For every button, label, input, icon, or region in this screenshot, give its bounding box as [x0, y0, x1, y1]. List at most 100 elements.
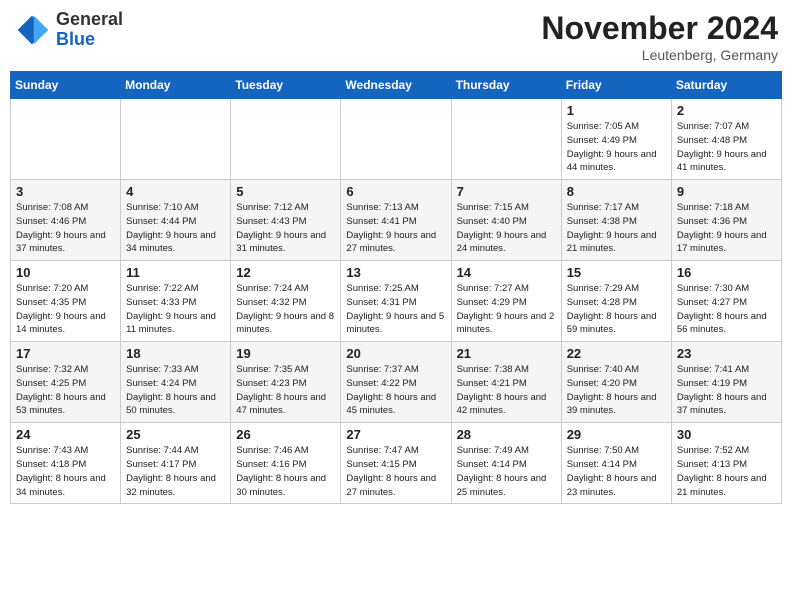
logo-icon — [14, 12, 50, 48]
weekday-header-thursday: Thursday — [451, 72, 561, 99]
day-cell: 7 Sunrise: 7:15 AM Sunset: 4:40 PM Daylig… — [451, 180, 561, 261]
day-info: Sunrise: 7:50 AM Sunset: 4:14 PM Dayligh… — [567, 444, 666, 499]
day-info: Sunrise: 7:17 AM Sunset: 4:38 PM Dayligh… — [567, 201, 666, 256]
day-info: Sunrise: 7:43 AM Sunset: 4:18 PM Dayligh… — [16, 444, 115, 499]
day-info: Sunrise: 7:10 AM Sunset: 4:44 PM Dayligh… — [126, 201, 225, 256]
day-info: Sunrise: 7:25 AM Sunset: 4:31 PM Dayligh… — [346, 282, 445, 337]
weekday-header-saturday: Saturday — [671, 72, 781, 99]
day-cell: 13Sunrise: 7:25 AM Sunset: 4:31 PM Dayli… — [341, 261, 451, 342]
day-cell: 16 Sunrise: 7:30 AM Sunset: 4:27 PM Dayli… — [671, 261, 781, 342]
day-number: 8 — [567, 184, 666, 199]
day-info: Sunrise: 7:49 AM Sunset: 4:14 PM Dayligh… — [457, 444, 556, 499]
calendar: SundayMondayTuesdayWednesdayThursdayFrid… — [10, 71, 782, 504]
location: Leutenberg, Germany — [541, 47, 778, 63]
day-number: 30 — [677, 427, 776, 442]
day-number: 22 — [567, 346, 666, 361]
day-cell — [121, 99, 231, 180]
day-number: 7 — [457, 184, 556, 199]
day-cell: 20 Sunrise: 7:37 AM Sunset: 4:22 PM Dayli… — [341, 342, 451, 423]
day-info: Sunrise: 7:08 AM Sunset: 4:46 PM Dayligh… — [16, 201, 115, 256]
day-cell — [231, 99, 341, 180]
day-number: 9 — [677, 184, 776, 199]
day-cell: 28 Sunrise: 7:49 AM Sunset: 4:14 PM Dayli… — [451, 423, 561, 504]
month-year: November 2024 — [541, 10, 778, 47]
day-info: Sunrise: 7:35 AM Sunset: 4:23 PM Dayligh… — [236, 363, 335, 418]
day-info: Sunrise: 7:47 AM Sunset: 4:15 PM Dayligh… — [346, 444, 445, 499]
week-row-4: 17Sunrise: 7:32 AM Sunset: 4:25 PM Dayli… — [11, 342, 782, 423]
day-number: 4 — [126, 184, 225, 199]
day-number: 16 — [677, 265, 776, 280]
day-cell: 15Sunrise: 7:29 AM Sunset: 4:28 PM Dayli… — [561, 261, 671, 342]
day-number: 18 — [126, 346, 225, 361]
day-info: Sunrise: 7:30 AM Sunset: 4:27 PM Dayligh… — [677, 282, 776, 337]
day-number: 23 — [677, 346, 776, 361]
day-cell — [341, 99, 451, 180]
day-info: Sunrise: 7:41 AM Sunset: 4:19 PM Dayligh… — [677, 363, 776, 418]
day-cell: 30 Sunrise: 7:52 AM Sunset: 4:13 PM Dayli… — [671, 423, 781, 504]
header: General Blue November 2024 Leutenberg, G… — [10, 10, 782, 63]
day-cell: 26 Sunrise: 7:46 AM Sunset: 4:16 PM Dayli… — [231, 423, 341, 504]
day-cell: 10 Sunrise: 7:20 AM Sunset: 4:35 PM Dayli… — [11, 261, 121, 342]
weekday-header-wednesday: Wednesday — [341, 72, 451, 99]
day-number: 6 — [346, 184, 445, 199]
day-cell: 18 Sunrise: 7:33 AM Sunset: 4:24 PM Dayli… — [121, 342, 231, 423]
day-cell: 24 Sunrise: 7:43 AM Sunset: 4:18 PM Dayli… — [11, 423, 121, 504]
day-number: 3 — [16, 184, 115, 199]
day-number: 21 — [457, 346, 556, 361]
weekday-header-friday: Friday — [561, 72, 671, 99]
day-cell: 12 Sunrise: 7:24 AM Sunset: 4:32 PM Dayli… — [231, 261, 341, 342]
day-info: Sunrise: 7:44 AM Sunset: 4:17 PM Dayligh… — [126, 444, 225, 499]
day-cell: 4 Sunrise: 7:10 AM Sunset: 4:44 PM Daylig… — [121, 180, 231, 261]
day-number: 11 — [126, 265, 225, 280]
day-info: Sunrise: 7:24 AM Sunset: 4:32 PM Dayligh… — [236, 282, 335, 337]
day-cell: 9 Sunrise: 7:18 AM Sunset: 4:36 PM Daylig… — [671, 180, 781, 261]
day-number: 15 — [567, 265, 666, 280]
day-info: Sunrise: 7:20 AM Sunset: 4:35 PM Dayligh… — [16, 282, 115, 337]
day-cell — [451, 99, 561, 180]
logo-text: General Blue — [56, 10, 123, 50]
day-info: Sunrise: 7:22 AM Sunset: 4:33 PM Dayligh… — [126, 282, 225, 337]
day-cell: 11 Sunrise: 7:22 AM Sunset: 4:33 PM Dayli… — [121, 261, 231, 342]
day-number: 27 — [346, 427, 445, 442]
day-info: Sunrise: 7:12 AM Sunset: 4:43 PM Dayligh… — [236, 201, 335, 256]
day-info: Sunrise: 7:46 AM Sunset: 4:16 PM Dayligh… — [236, 444, 335, 499]
day-number: 1 — [567, 103, 666, 118]
day-cell: 6 Sunrise: 7:13 AM Sunset: 4:41 PM Daylig… — [341, 180, 451, 261]
day-info: Sunrise: 7:52 AM Sunset: 4:13 PM Dayligh… — [677, 444, 776, 499]
day-cell: 5Sunrise: 7:12 AM Sunset: 4:43 PM Daylig… — [231, 180, 341, 261]
day-number: 26 — [236, 427, 335, 442]
weekday-header-sunday: Sunday — [11, 72, 121, 99]
day-cell: 19 Sunrise: 7:35 AM Sunset: 4:23 PM Dayli… — [231, 342, 341, 423]
day-info: Sunrise: 7:38 AM Sunset: 4:21 PM Dayligh… — [457, 363, 556, 418]
day-info: Sunrise: 7:15 AM Sunset: 4:40 PM Dayligh… — [457, 201, 556, 256]
day-cell: 29 Sunrise: 7:50 AM Sunset: 4:14 PM Dayli… — [561, 423, 671, 504]
day-number: 12 — [236, 265, 335, 280]
day-info: Sunrise: 7:37 AM Sunset: 4:22 PM Dayligh… — [346, 363, 445, 418]
day-number: 20 — [346, 346, 445, 361]
day-cell: 22Sunrise: 7:40 AM Sunset: 4:20 PM Dayli… — [561, 342, 671, 423]
day-cell: 2 Sunrise: 7:07 AM Sunset: 4:48 PM Daylig… — [671, 99, 781, 180]
day-cell: 1 Sunrise: 7:05 AM Sunset: 4:49 PM Daylig… — [561, 99, 671, 180]
logo: General Blue — [14, 10, 123, 50]
day-number: 24 — [16, 427, 115, 442]
day-cell: 3 Sunrise: 7:08 AM Sunset: 4:46 PM Daylig… — [11, 180, 121, 261]
logo-blue: Blue — [56, 30, 123, 50]
day-info: Sunrise: 7:05 AM Sunset: 4:49 PM Dayligh… — [567, 120, 666, 175]
day-number: 2 — [677, 103, 776, 118]
day-number: 19 — [236, 346, 335, 361]
weekday-header-tuesday: Tuesday — [231, 72, 341, 99]
day-cell: 8 Sunrise: 7:17 AM Sunset: 4:38 PM Daylig… — [561, 180, 671, 261]
day-info: Sunrise: 7:13 AM Sunset: 4:41 PM Dayligh… — [346, 201, 445, 256]
day-info: Sunrise: 7:18 AM Sunset: 4:36 PM Dayligh… — [677, 201, 776, 256]
day-info: Sunrise: 7:32 AM Sunset: 4:25 PM Dayligh… — [16, 363, 115, 418]
week-row-2: 3 Sunrise: 7:08 AM Sunset: 4:46 PM Daylig… — [11, 180, 782, 261]
day-number: 10 — [16, 265, 115, 280]
day-info: Sunrise: 7:33 AM Sunset: 4:24 PM Dayligh… — [126, 363, 225, 418]
day-number: 28 — [457, 427, 556, 442]
day-info: Sunrise: 7:07 AM Sunset: 4:48 PM Dayligh… — [677, 120, 776, 175]
day-cell: 14Sunrise: 7:27 AM Sunset: 4:29 PM Dayli… — [451, 261, 561, 342]
logo-general: General — [56, 10, 123, 30]
day-number: 14 — [457, 265, 556, 280]
day-number: 29 — [567, 427, 666, 442]
calendar-header-row: SundayMondayTuesdayWednesdayThursdayFrid… — [11, 72, 782, 99]
